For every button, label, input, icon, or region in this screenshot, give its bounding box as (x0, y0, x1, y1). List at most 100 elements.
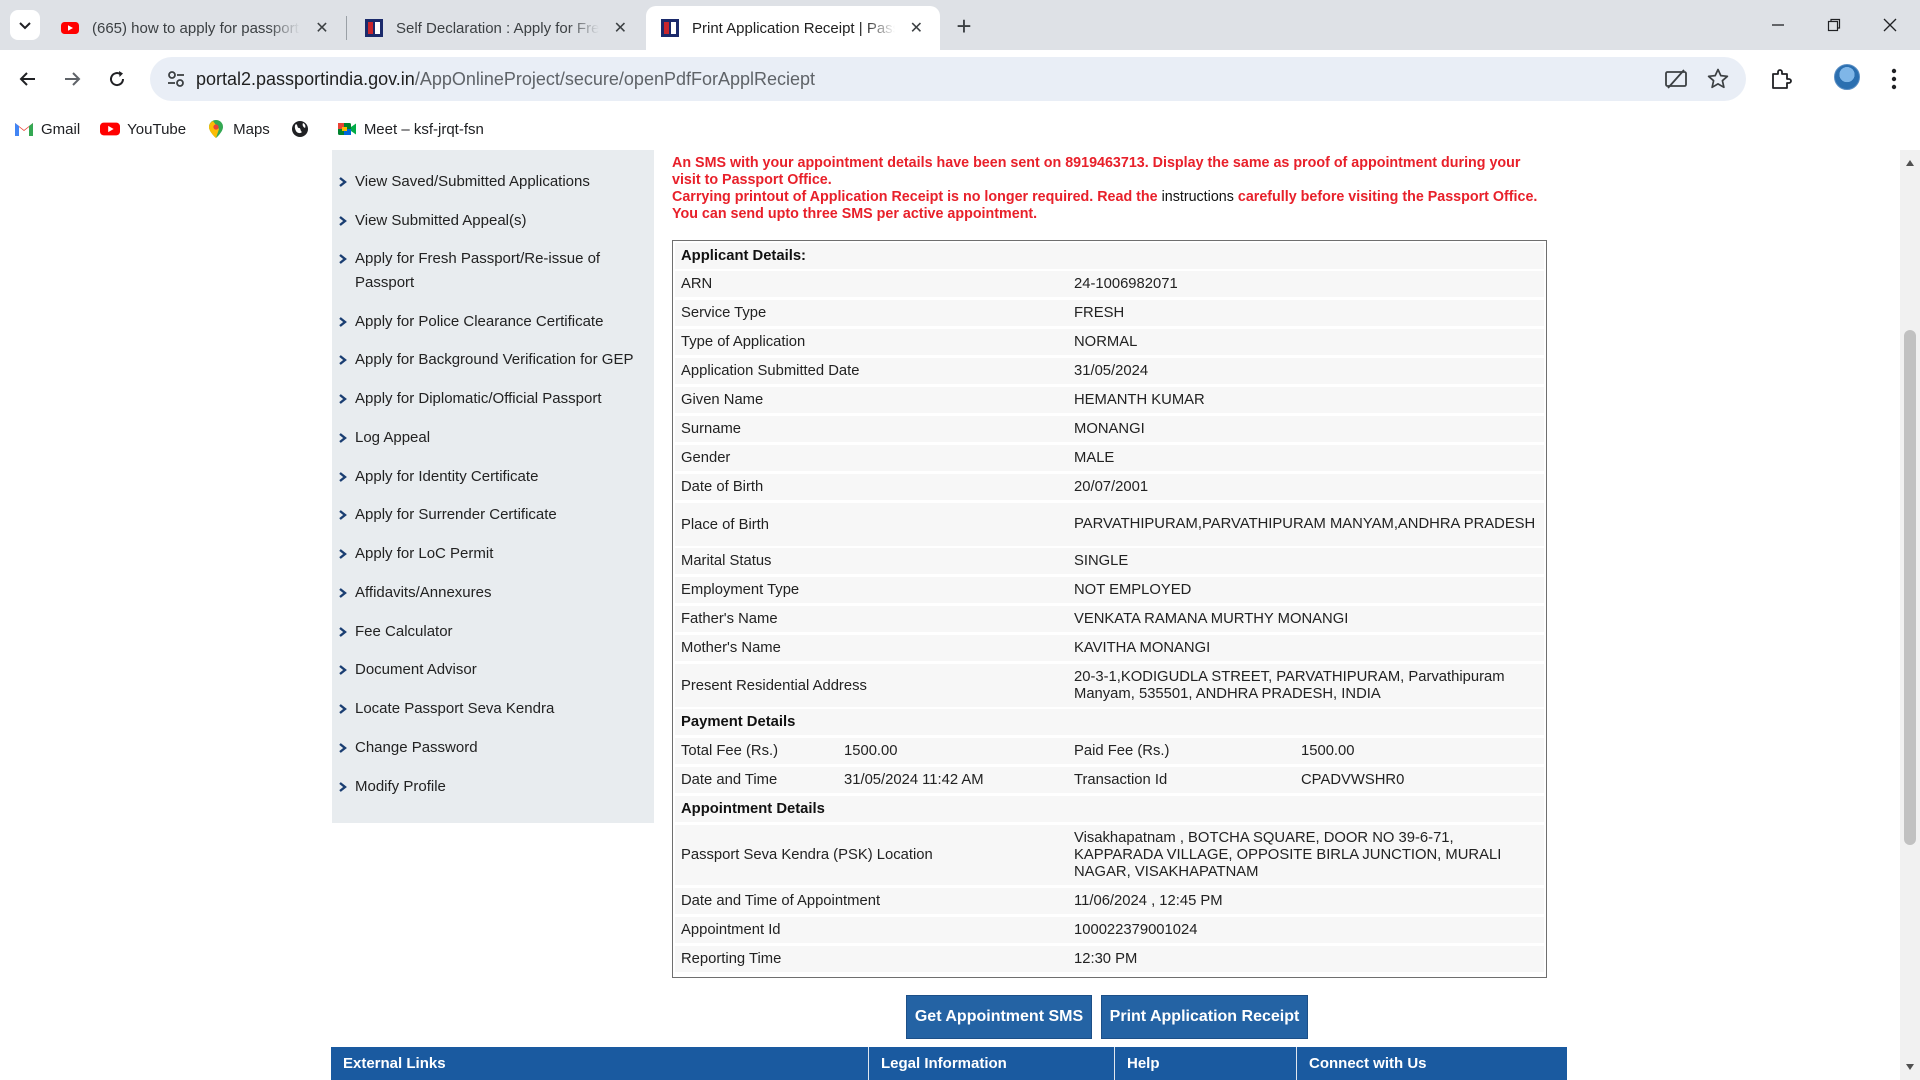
row-label: Passport Seva Kendra (PSK) Location (681, 847, 933, 863)
sidebar-item-view-appeals[interactable]: View Submitted Appeal(s) (332, 209, 654, 233)
url-host: portal2.passportindia.gov.in (196, 69, 415, 89)
sidebar-item-police-clearance[interactable]: Apply for Police Clearance Certificate (332, 310, 654, 334)
puzzle-icon (1772, 69, 1792, 89)
table-row: Reporting Time 12:30 PM (675, 946, 1544, 972)
notice-line-2: Carrying printout of Application Receipt… (672, 189, 1538, 222)
bookmark-meet[interactable]: Meet – ksf-jrqt-fsn (337, 119, 484, 139)
tab-youtube[interactable]: (665) how to apply for passport ✕ (46, 6, 346, 50)
tab-title: Self Declaration : Apply for Fresh (396, 19, 599, 37)
restore-button[interactable] (1806, 0, 1862, 50)
close-icon[interactable]: ✕ (611, 18, 630, 38)
close-window-button[interactable] (1862, 0, 1918, 50)
bookmarks-bar: Gmail YouTube Maps Meet – ksf-jrqt-fsn (0, 108, 1920, 150)
meet-icon (337, 119, 357, 139)
browser-menu-button[interactable] (1880, 65, 1908, 93)
site-info-icon[interactable] (164, 67, 188, 91)
table-row: Mother's Name KAVITHA MONANGI (675, 635, 1544, 661)
chevron-right-icon (339, 177, 347, 187)
row-value: KAVITHA MONANGI (1074, 640, 1211, 656)
chevron-right-icon (339, 627, 347, 637)
sidebar-item-surrender-certificate[interactable]: Apply for Surrender Certificate (332, 503, 654, 527)
row-label: Date and Time of Appointment (681, 893, 881, 909)
sms-notice: An SMS with your appointment details hav… (672, 155, 1552, 223)
appointment-datetime-value: 11/06/2024 , 12:45 PM (1074, 893, 1223, 909)
tab-search-button[interactable] (10, 10, 40, 40)
profile-avatar[interactable] (1834, 64, 1860, 90)
tab-print-receipt[interactable]: Print Application Receipt | Passport ✕ (646, 6, 940, 50)
row-label: Transaction Id (1074, 772, 1168, 788)
bookmark-youtube[interactable]: YouTube (100, 119, 186, 139)
row-value: HEMANTH KUMAR (1074, 392, 1205, 408)
close-icon[interactable]: ✕ (907, 18, 926, 38)
reload-icon (110, 71, 125, 87)
sidebar-item-diplomatic-passport[interactable]: Apply for Diplomatic/Official Passport (332, 387, 654, 411)
bookmark-maps[interactable]: Maps (206, 119, 270, 139)
page-scrollbar[interactable] (1900, 150, 1920, 1080)
footer-external-links[interactable]: External Links (331, 1047, 868, 1080)
payment-details-heading-row: Payment Details (675, 709, 1544, 735)
chevron-right-icon (339, 510, 347, 520)
passport-seva-icon (661, 19, 679, 37)
row-value: 20-3-1,KODIGUDLA STREET, PARVATHIPURAM, … (1074, 668, 1505, 702)
bookmark-gmail[interactable]: Gmail (14, 119, 80, 139)
sidebar-item-log-appeal[interactable]: Log Appeal (332, 426, 654, 450)
sidebar-item-apply-fresh-passport[interactable]: Apply for Fresh Passport/Re-issue of Pas… (332, 247, 654, 295)
chevron-down-icon (19, 22, 31, 30)
footer-legal-information[interactable]: Legal Information (869, 1047, 1114, 1080)
row-label: ARN (681, 276, 713, 292)
sidebar-item-background-verification[interactable]: Apply for Background Verification for GE… (332, 348, 654, 372)
back-button[interactable] (12, 63, 44, 95)
reporting-time-value: 12:30 PM (1074, 951, 1138, 967)
url-text[interactable]: portal2.passportindia.gov.in/AppOnlinePr… (196, 69, 815, 90)
arrow-left-icon (19, 72, 35, 86)
row-value: MONANGI (1074, 421, 1145, 437)
minimize-button[interactable] (1750, 0, 1806, 50)
chevron-right-icon (339, 549, 347, 559)
sidebar-item-view-saved-applications[interactable]: View Saved/Submitted Applications (332, 170, 654, 194)
footer-connect-with-us[interactable]: Connect with Us (1297, 1047, 1567, 1080)
chevron-right-icon (339, 665, 347, 675)
extensions-button[interactable] (1767, 65, 1795, 93)
maps-icon (206, 119, 226, 139)
chevron-right-icon (339, 216, 347, 226)
sidebar-item-loc-permit[interactable]: Apply for LoC Permit (332, 542, 654, 566)
row-label: Marital Status (681, 553, 772, 569)
sidebar-item-identity-certificate[interactable]: Apply for Identity Certificate (332, 465, 654, 489)
passport-seva-icon (365, 19, 383, 37)
sidebar-item-fee-calculator[interactable]: Fee Calculator (332, 620, 654, 644)
scroll-down-arrow[interactable] (1900, 1058, 1920, 1076)
table-row: Employment Type NOT EMPLOYED (675, 577, 1544, 603)
cast-blocked-icon[interactable] (1664, 67, 1688, 91)
table-row: Marital Status SINGLE (675, 548, 1544, 574)
new-tab-button[interactable]: + (950, 10, 978, 41)
sidebar-item-affidavits[interactable]: Affidavits/Annexures (332, 581, 654, 605)
close-icon[interactable]: ✕ (312, 18, 332, 38)
sidebar-item-locate-psk[interactable]: Locate Passport Seva Kendra (332, 697, 654, 721)
sidebar-item-document-advisor[interactable]: Document Advisor (332, 658, 654, 682)
sidebar-item-modify-profile[interactable]: Modify Profile (332, 775, 654, 799)
row-label: Employment Type (681, 582, 800, 598)
instructions-link[interactable]: instructions (1162, 189, 1234, 205)
row-label: Mother's Name (681, 640, 781, 656)
sidebar-item-change-password[interactable]: Change Password (332, 736, 654, 760)
address-bar[interactable]: portal2.passportindia.gov.in/AppOnlinePr… (150, 57, 1746, 101)
print-application-receipt-button[interactable]: Print Application Receipt (1101, 995, 1308, 1039)
get-appointment-sms-button[interactable]: Get Appointment SMS (906, 995, 1092, 1039)
bookmark-label: YouTube (127, 120, 187, 138)
chevron-right-icon (339, 782, 347, 792)
reload-button[interactable] (101, 63, 133, 95)
plus-icon: + (956, 10, 972, 41)
scroll-thumb[interactable] (1904, 330, 1916, 845)
browser-toolbar: portal2.passportindia.gov.in/AppOnlinePr… (0, 50, 1920, 108)
youtube-icon (61, 22, 79, 34)
row-value: MALE (1074, 450, 1115, 466)
scroll-up-arrow[interactable] (1900, 154, 1920, 172)
table-row: Date and Time 31/05/2024 11:42 AM Transa… (675, 767, 1544, 793)
youtube-icon (100, 119, 121, 139)
tab-self-declaration[interactable]: Self Declaration : Apply for Fresh ✕ (350, 6, 644, 50)
footer-help[interactable]: Help (1115, 1047, 1296, 1080)
forward-button[interactable] (56, 63, 88, 95)
appointment-details-heading-row: Appointment Details (675, 796, 1544, 822)
star-icon[interactable] (1706, 67, 1730, 91)
bookmark-globe[interactable] (290, 119, 317, 139)
